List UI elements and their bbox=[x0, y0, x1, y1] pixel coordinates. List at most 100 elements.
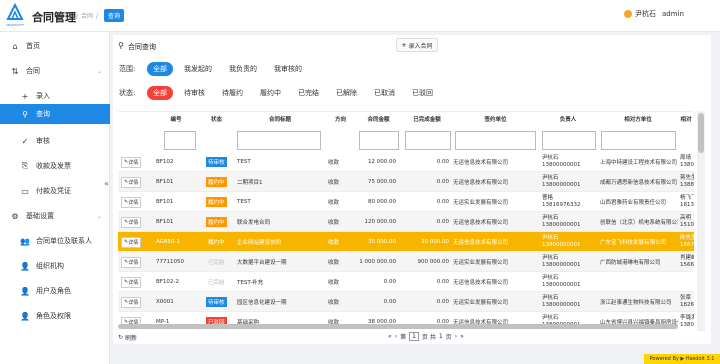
sidebar-item-9[interactable]: 👤 组织机构 bbox=[0, 254, 110, 278]
contract-amount: 12 000.00 bbox=[368, 159, 396, 165]
detail-button[interactable]: ✎ 详情 bbox=[121, 156, 142, 168]
detail-label: 详情 bbox=[128, 299, 139, 306]
status-chip-2[interactable]: 待履约 bbox=[216, 86, 249, 100]
detail-button[interactable]: ✎ 详情 bbox=[121, 296, 142, 308]
table-row[interactable]: ✎ 详情 BF101 履约中 TEST 收款 80 000.00 0.00 无运实业发展有限公司… bbox=[118, 192, 694, 212]
sidebar-item-7[interactable]: ⚙ 基础设置 ⌄ bbox=[0, 204, 110, 228]
sidebar-item-10[interactable]: 👤 用户及角色 bbox=[0, 279, 110, 303]
owner-name: 尹杭石 bbox=[542, 275, 559, 281]
breadcrumb-current: 查询 bbox=[104, 9, 125, 22]
sidebar-item-label: 组织机构 bbox=[36, 262, 64, 270]
horizontal-scrollbar[interactable] bbox=[118, 324, 678, 329]
column-header[interactable]: 状态 bbox=[198, 115, 235, 123]
table-row[interactable]: ✎ 详情 BF101 履约中 二期项目1 收款 75 000.00 0.00 无运信息技术有限公… bbox=[118, 172, 694, 192]
status-chip-1[interactable]: 待审核 bbox=[178, 86, 211, 100]
sidebar-item-label: 用户及角色 bbox=[36, 287, 71, 295]
breadcrumb-parent[interactable]: 合同 bbox=[81, 13, 93, 20]
column-header[interactable]: 负责人 bbox=[538, 115, 598, 123]
column-filter-input[interactable] bbox=[164, 131, 196, 150]
detail-label: 详情 bbox=[128, 239, 139, 246]
collapse-sidebar-button[interactable]: « bbox=[104, 179, 109, 188]
status-chip-0[interactable]: 全部 bbox=[147, 86, 173, 100]
scope-chip-0[interactable]: 全部 bbox=[147, 62, 173, 76]
column-header[interactable]: 合同金额 bbox=[356, 115, 401, 123]
table-row[interactable]: ✎ 详情 BF102-2 已完结 TEST-补充 收款 0.00 0.00 无运信息技术有限公司… bbox=[118, 272, 694, 292]
sidebar-item-8[interactable]: 👥 合同单位及联系人 bbox=[0, 229, 110, 253]
table-row[interactable]: ✎ 详情 77711050 已完结 大数据平台建设一期 收款 1 000 000.00 900… bbox=[118, 252, 694, 272]
owner-phone: 13800000001 bbox=[542, 242, 581, 248]
column-header[interactable]: 已完成金额 bbox=[401, 115, 453, 123]
detail-button[interactable]: ✎ 详情 bbox=[121, 216, 142, 228]
table-row[interactable]: ✎ 详情 BF102 待审核 TEST 收款 12 000.00 0.00 无运信息技术有限公司… bbox=[118, 152, 694, 172]
contact-name: 李璐发 bbox=[680, 315, 694, 321]
sidebar-item-label: 合同 bbox=[26, 67, 40, 75]
sidebar-item-6[interactable]: ▭ 付款及凭证 bbox=[0, 179, 110, 203]
contact-cell: 高明 1510 bbox=[680, 212, 694, 231]
scope-chip-1[interactable]: 我发起的 bbox=[178, 62, 218, 76]
contract-number: BF101 bbox=[156, 179, 174, 185]
contract-title: TEST bbox=[237, 199, 251, 205]
vertical-scrollbar[interactable] bbox=[697, 111, 705, 331]
add-contract-label: 录入合同 bbox=[408, 42, 433, 50]
next-page-button[interactable]: › bbox=[455, 333, 457, 340]
status-chip-6[interactable]: 已取消 bbox=[368, 86, 401, 100]
owner-cell: 尹杭石13800000001 bbox=[542, 212, 598, 231]
contact-phone: 1826 bbox=[680, 302, 694, 308]
scroll-thumb[interactable] bbox=[698, 113, 704, 153]
signing-party: 无运信息技术有限公司 bbox=[453, 180, 509, 186]
user-icon: 👤 bbox=[20, 286, 30, 296]
breadcrumb-separator: / bbox=[96, 13, 99, 20]
sidebar: ⌂ 首页 ⇅ 合同 ⌄ + 录入 ⚲ 查询 ✓ 审核 ⎘ 收款及发票 ▭ 付款及凭证 ⚙ 基础设置 ⌄ 👥 合同单位及… bbox=[0, 32, 110, 364]
status-chip-5[interactable]: 已解除 bbox=[330, 86, 363, 100]
column-header[interactable]: 相对方单位 bbox=[598, 115, 678, 123]
contract-title: TEST bbox=[237, 159, 251, 165]
status-chip-4[interactable]: 已完结 bbox=[292, 86, 325, 100]
scope-chip-2[interactable]: 我负责的 bbox=[223, 62, 263, 76]
scope-chip-3[interactable]: 我审核的 bbox=[268, 62, 308, 76]
column-header[interactable]: 编号 bbox=[154, 115, 198, 123]
table-row[interactable]: ✎ 详情 BF101 履约中 联合发电合同 收款 120 000.00 0.00 无运信息技术有… bbox=[118, 212, 694, 232]
column-header[interactable]: 相对 bbox=[678, 115, 694, 123]
column-filter-input[interactable] bbox=[237, 131, 321, 150]
column-filter-input[interactable] bbox=[542, 131, 596, 150]
column-header[interactable]: 合同标题 bbox=[235, 115, 325, 123]
table-row[interactable]: ✎ 详情 AG850-1 履约中 企业网站建设协同 收款 30 000.00 30 000.0… bbox=[118, 232, 694, 252]
contract-amount: 0.00 bbox=[383, 299, 396, 305]
sidebar-item-3[interactable]: ⚲ 查询 bbox=[0, 104, 110, 124]
user-menu[interactable]: 尹杭石 admin bbox=[624, 9, 684, 19]
last-page-button[interactable]: » bbox=[460, 333, 464, 340]
owner-phone: 13800000001 bbox=[542, 162, 581, 168]
status-cell: 已完结 bbox=[206, 272, 235, 291]
owner-cell: 尹杭石13800000001 bbox=[542, 172, 598, 191]
detail-cell: ✎ 详情 bbox=[121, 212, 142, 231]
owner-name: 尹杭石 bbox=[542, 295, 559, 301]
status-chip-3[interactable]: 履约中 bbox=[254, 86, 287, 100]
completed-amount: 0.00 bbox=[436, 159, 449, 165]
sidebar-item-5[interactable]: ⎘ 收款及发票 bbox=[0, 154, 110, 178]
page-input[interactable]: 1 bbox=[409, 332, 419, 341]
sidebar-item-11[interactable]: 👤 角色及权限 bbox=[0, 304, 110, 328]
detail-button[interactable]: ✎ 详情 bbox=[121, 236, 142, 248]
detail-button[interactable]: ✎ 详情 bbox=[121, 256, 142, 268]
contract-table: 编号 状态 合同标题 方向 合同金额 已完成金额 签约单位 负责人 相对方单位 相对 ✎ 详情 BF10… bbox=[118, 111, 694, 331]
detail-cell: ✎ 详情 bbox=[121, 252, 142, 271]
sidebar-item-0[interactable]: ⌂ 首页 bbox=[0, 34, 110, 58]
detail-button[interactable]: ✎ 详情 bbox=[121, 276, 142, 288]
column-filter-input[interactable] bbox=[455, 131, 536, 150]
column-filter-input[interactable] bbox=[601, 131, 676, 150]
column-filter-input[interactable] bbox=[359, 131, 399, 150]
detail-button[interactable]: ✎ 详情 bbox=[121, 196, 142, 208]
table-row[interactable]: ✎ 详情 X0001 待审核 园区信息化建设一期 收款 0.00 0.00 无运实业发展有限公司… bbox=[118, 292, 694, 312]
prev-page-button[interactable]: ‹ bbox=[395, 333, 397, 340]
refresh-button[interactable]: 刷新 bbox=[125, 333, 137, 342]
refresh-icon[interactable]: ↻ bbox=[118, 334, 123, 341]
sidebar-item-4[interactable]: ✓ 审核 bbox=[0, 129, 110, 153]
column-filter-input[interactable] bbox=[405, 131, 451, 150]
add-contract-button[interactable]: + 录入合同 bbox=[396, 38, 438, 52]
status-chip-7[interactable]: 已驳回 bbox=[406, 86, 439, 100]
column-header[interactable]: 方向 bbox=[325, 115, 356, 123]
sidebar-item-1[interactable]: ⇅ 合同 ⌄ bbox=[0, 59, 110, 83]
first-page-button[interactable]: « bbox=[388, 333, 392, 340]
column-header[interactable]: 签约单位 bbox=[453, 115, 538, 123]
detail-button[interactable]: ✎ 详情 bbox=[121, 176, 142, 188]
